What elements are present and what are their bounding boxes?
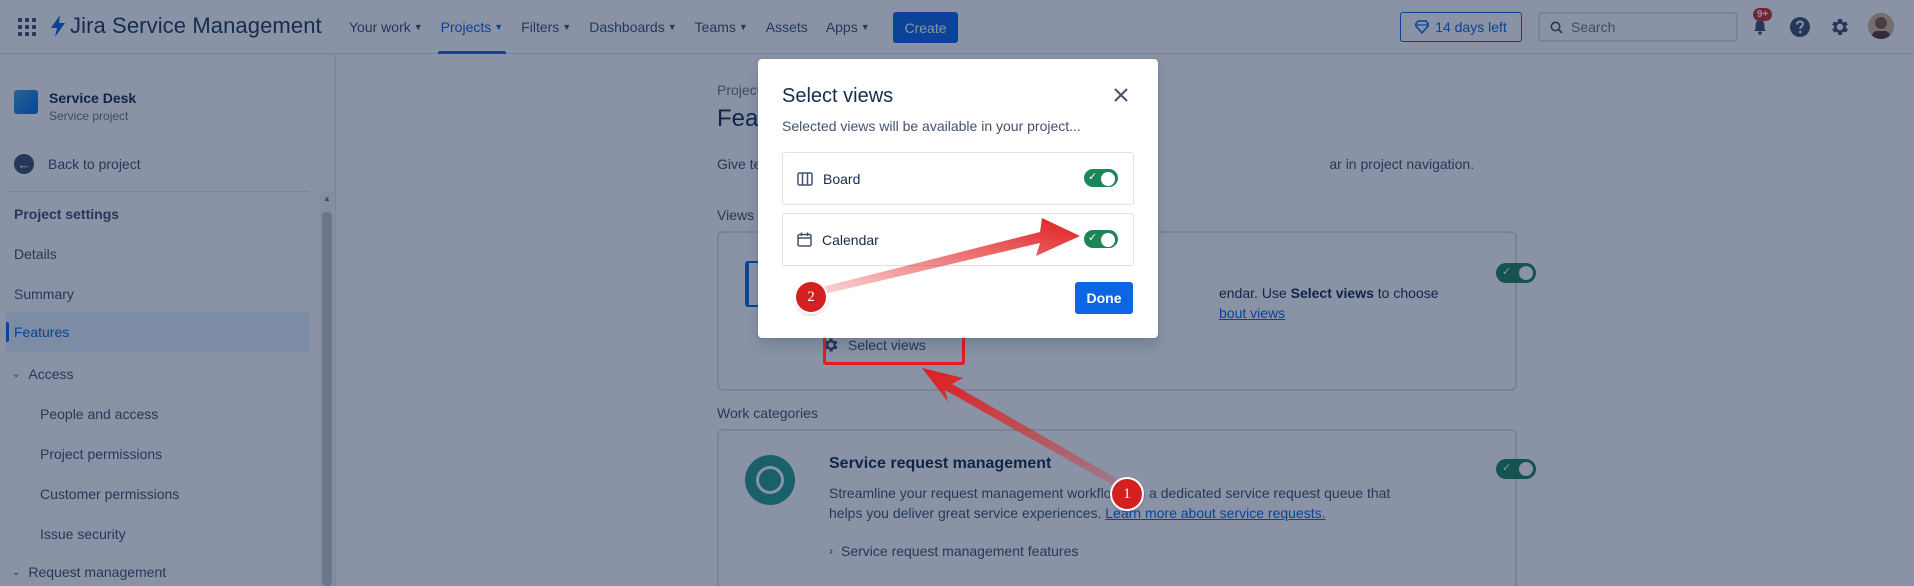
close-icon [1114, 88, 1128, 102]
modal-close-button[interactable] [1109, 83, 1133, 107]
modal-title: Select views [782, 85, 894, 107]
board-icon [797, 171, 813, 186]
board-view-toggle[interactable]: ✓ [1084, 169, 1118, 187]
calendar-icon [797, 232, 812, 247]
view-label: Board [823, 170, 861, 187]
view-label: Calendar [822, 231, 879, 248]
check-icon: ✓ [1088, 171, 1098, 183]
check-icon: ✓ [1088, 232, 1098, 244]
annotation-step-1: 1 [1112, 479, 1142, 509]
done-button[interactable]: Done [1075, 282, 1133, 314]
view-row-board: Board ✓ [782, 152, 1134, 205]
view-row-calendar: Calendar ✓ [782, 213, 1134, 266]
calendar-view-toggle[interactable]: ✓ [1084, 230, 1118, 248]
annotation-step-2: 2 [796, 282, 826, 312]
modal-subtitle: Selected views will be available in your… [782, 118, 1081, 134]
